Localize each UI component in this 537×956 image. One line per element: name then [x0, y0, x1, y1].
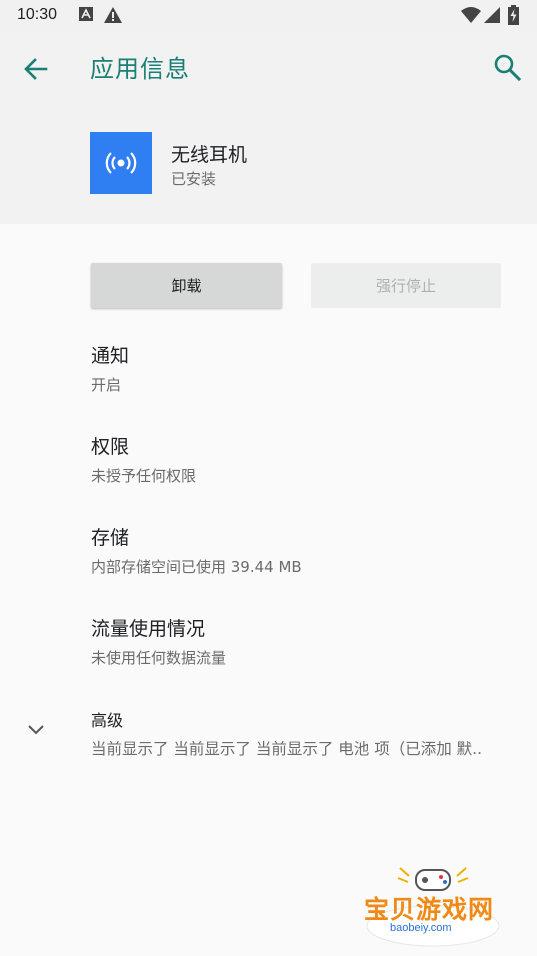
watermark-logo: 宝贝游戏网 baobeiy.com	[358, 860, 508, 950]
watermark-text: 宝贝游戏网	[364, 895, 495, 924]
pref-permissions[interactable]: 权限 未授予任何权限	[91, 432, 196, 486]
pref-summary: 开启	[91, 376, 122, 394]
a-notification-icon	[79, 7, 93, 21]
pref-title: 高级	[91, 711, 124, 730]
arrow-back-icon[interactable]	[20, 53, 52, 85]
broadcast-icon	[105, 152, 137, 174]
pref-data-usage[interactable]: 流量使用情况 未使用任何数据流量	[91, 614, 226, 668]
status-bar: 10:30	[0, 0, 537, 31]
app-icon	[90, 132, 152, 194]
pref-title: 权限	[91, 436, 130, 458]
warning-icon	[104, 7, 122, 23]
pref-storage[interactable]: 存储 内部存储空间已使用 39.44 MB	[91, 523, 302, 577]
pref-title: 流量使用情况	[91, 618, 206, 640]
pref-summary: 当前显示了 当前显示了 当前显示了 电池 项（已添加 默..	[91, 740, 482, 758]
pref-advanced[interactable]: 高级 当前显示了 当前显示了 当前显示了 电池 项（已添加 默..	[91, 707, 521, 759]
chevron-down-icon[interactable]	[24, 718, 48, 742]
app-header: 应用信息 无线耳机 已安装	[0, 31, 537, 224]
pref-summary: 未使用任何数据流量	[91, 649, 227, 667]
pref-summary: 未授予任何权限	[91, 467, 197, 485]
pref-title: 存储	[91, 527, 130, 549]
wifi-icon	[461, 7, 481, 23]
app-name: 无线耳机	[171, 144, 248, 166]
pref-notifications[interactable]: 通知 开启	[91, 341, 129, 395]
watermark-url: baobeiy.com	[390, 922, 452, 934]
uninstall-button[interactable]: 卸载	[91, 263, 282, 308]
battery-charging-icon	[508, 5, 519, 25]
page-title: 应用信息	[90, 55, 190, 83]
pref-title: 通知	[91, 345, 130, 367]
pref-summary: 内部存储空间已使用 39.44 MB	[91, 558, 302, 576]
app-install-status: 已安装	[171, 170, 217, 188]
signal-icon	[484, 7, 500, 23]
status-time: 10:30	[17, 6, 58, 23]
force-stop-button[interactable]: 强行停止	[311, 263, 501, 308]
search-icon[interactable]	[491, 51, 523, 83]
